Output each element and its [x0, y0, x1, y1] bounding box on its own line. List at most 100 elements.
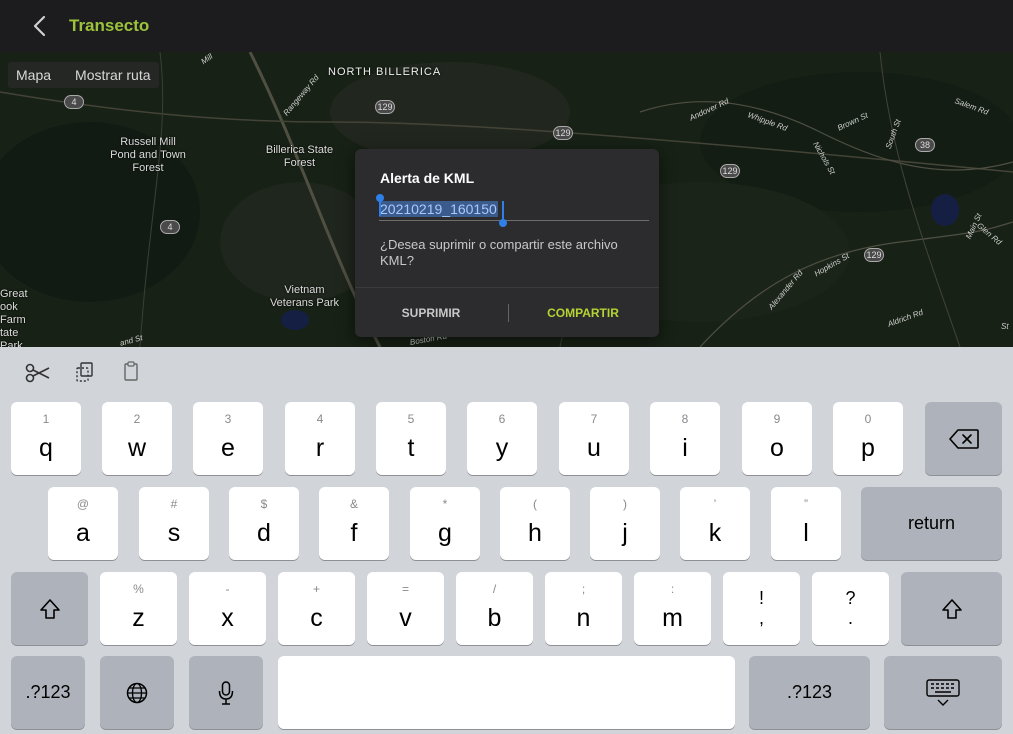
scissors-icon[interactable] — [25, 361, 50, 385]
key-hint: ) — [623, 497, 627, 511]
selection-start-handle[interactable] — [376, 194, 384, 216]
key-b[interactable]: / b — [456, 572, 533, 645]
shift-icon — [901, 572, 1002, 645]
dismiss-keyboard-key[interactable] — [884, 656, 1002, 729]
key-m[interactable]: :m — [634, 572, 711, 645]
key-a[interactable]: @ a — [48, 487, 118, 560]
suprimir-button[interactable]: SUPRIMIR — [365, 288, 497, 338]
key-h[interactable]: (h — [500, 487, 570, 560]
key-hint: 8 — [681, 412, 689, 426]
dialog-title: Alerta de KML — [380, 170, 475, 186]
button-divider — [508, 304, 509, 322]
key-hint: * — [442, 497, 448, 511]
key-g[interactable]: * g — [410, 487, 480, 560]
key-label: o — [770, 434, 784, 462]
route-shield: 129 — [864, 248, 884, 262]
key-hint: = — [401, 582, 409, 596]
key-label: r — [315, 434, 325, 462]
key-hint: & — [349, 497, 358, 511]
key-hint: % — [133, 582, 144, 596]
place-label: Vietnam Veterans Park — [269, 284, 340, 309]
route-shield: 38 — [915, 138, 935, 152]
key-hint: + — [312, 582, 320, 596]
compartir-button[interactable]: COMPARTIR — [525, 288, 641, 338]
key-hint: 3 — [224, 412, 232, 426]
key-label: q — [39, 434, 53, 462]
key-q[interactable]: 1q — [11, 402, 81, 475]
globe-icon — [100, 656, 174, 729]
key-label: y — [495, 434, 509, 462]
key-label: u — [587, 434, 601, 462]
key-c[interactable]: + c — [278, 572, 355, 645]
key-r[interactable]: 4r — [285, 402, 355, 475]
key-u[interactable]: 7u — [559, 402, 629, 475]
selection-end-handle[interactable] — [499, 201, 507, 227]
tab-mostrar-ruta[interactable]: Mostrar ruta — [59, 62, 158, 88]
key-j[interactable]: ) j — [590, 487, 660, 560]
copy-icon[interactable] — [75, 361, 99, 385]
dialog-message: ¿Desea suprimir o compartir este archivo… — [380, 237, 618, 268]
return-key[interactable]: return — [861, 487, 1002, 560]
key-hint: / — [492, 582, 497, 596]
shift-icon — [11, 572, 88, 645]
key-exclamation-comma[interactable]: ! , — [723, 572, 800, 645]
key-v[interactable]: = v — [367, 572, 444, 645]
key-label: b — [487, 604, 502, 632]
key-s[interactable]: # s — [139, 487, 209, 560]
numbers-key-right[interactable]: .?123 — [749, 656, 870, 729]
key-n[interactable]: ; n — [545, 572, 622, 645]
key-t[interactable]: 5t — [376, 402, 446, 475]
app-screen: { "header": { "title": "Transecto", "bac… — [0, 0, 1013, 734]
key-hint: 9 — [773, 412, 781, 426]
key-e[interactable]: 3e — [193, 402, 263, 475]
key-z[interactable]: % z — [100, 572, 177, 645]
page-title: Transecto — [69, 16, 150, 35]
key-p[interactable]: 0p — [833, 402, 903, 475]
key-i[interactable]: 8i — [650, 402, 720, 475]
globe-key[interactable] — [100, 656, 174, 729]
key-d[interactable]: $ d — [229, 487, 299, 560]
key-hint: # — [170, 497, 178, 511]
key-top-label: ! — [758, 588, 764, 608]
space-key[interactable] — [278, 656, 735, 729]
key-label: p — [861, 434, 875, 462]
place-label: Russell Mill Pond and Town Forest — [110, 136, 186, 174]
map-tab-bar: Mapa Mostrar ruta — [8, 62, 159, 88]
dialog-actions: SUPRIMIR COMPARTIR — [355, 287, 659, 337]
kml-filename-value[interactable]: 20210219_160150 — [379, 201, 498, 217]
key-hint: $ — [260, 497, 268, 511]
top-navigation-bar: Transecto — [0, 0, 1013, 52]
dictation-key[interactable] — [189, 656, 263, 729]
route-shield: 4 — [64, 95, 84, 109]
delete-key[interactable] — [925, 402, 1002, 475]
key-l[interactable]: ” l — [771, 487, 841, 560]
key-hint: - — [225, 582, 230, 596]
route-shield: 129 — [553, 126, 573, 140]
key-hint: ’ — [713, 497, 717, 511]
key-hint: @ — [76, 497, 90, 511]
key-label: e — [221, 434, 235, 462]
key-x[interactable]: -x — [189, 572, 266, 645]
key-hint: 2 — [133, 412, 141, 426]
kml-filename-field[interactable]: 20210219_160150 — [376, 194, 649, 227]
chevron-left-icon[interactable] — [30, 14, 52, 38]
key-label: v — [399, 604, 412, 632]
shift-key-left[interactable] — [11, 572, 88, 645]
onscreen-keyboard: 1q 2w 3e 4r 5t 6y 7u 8i 9o 0p @ a # s $ d &… — [0, 347, 1013, 734]
key-f[interactable]: & f — [319, 487, 389, 560]
key-label: j — [622, 519, 628, 547]
key-o[interactable]: 9o — [742, 402, 812, 475]
key-label: i — [682, 434, 688, 462]
tab-mapa[interactable]: Mapa — [8, 62, 59, 88]
key-k[interactable]: ’ k — [680, 487, 750, 560]
shift-key-right[interactable] — [901, 572, 1002, 645]
key-question-period[interactable]: ? . — [812, 572, 889, 645]
key-bottom-label: , — [758, 608, 764, 628]
key-w[interactable]: 2w — [102, 402, 172, 475]
key-y[interactable]: 6y — [467, 402, 537, 475]
paste-icon[interactable] — [121, 361, 145, 385]
numbers-key-left[interactable]: .?123 — [11, 656, 85, 729]
key-label: z — [132, 604, 145, 632]
return-label: return — [907, 513, 956, 533]
key-label: a — [76, 519, 90, 547]
